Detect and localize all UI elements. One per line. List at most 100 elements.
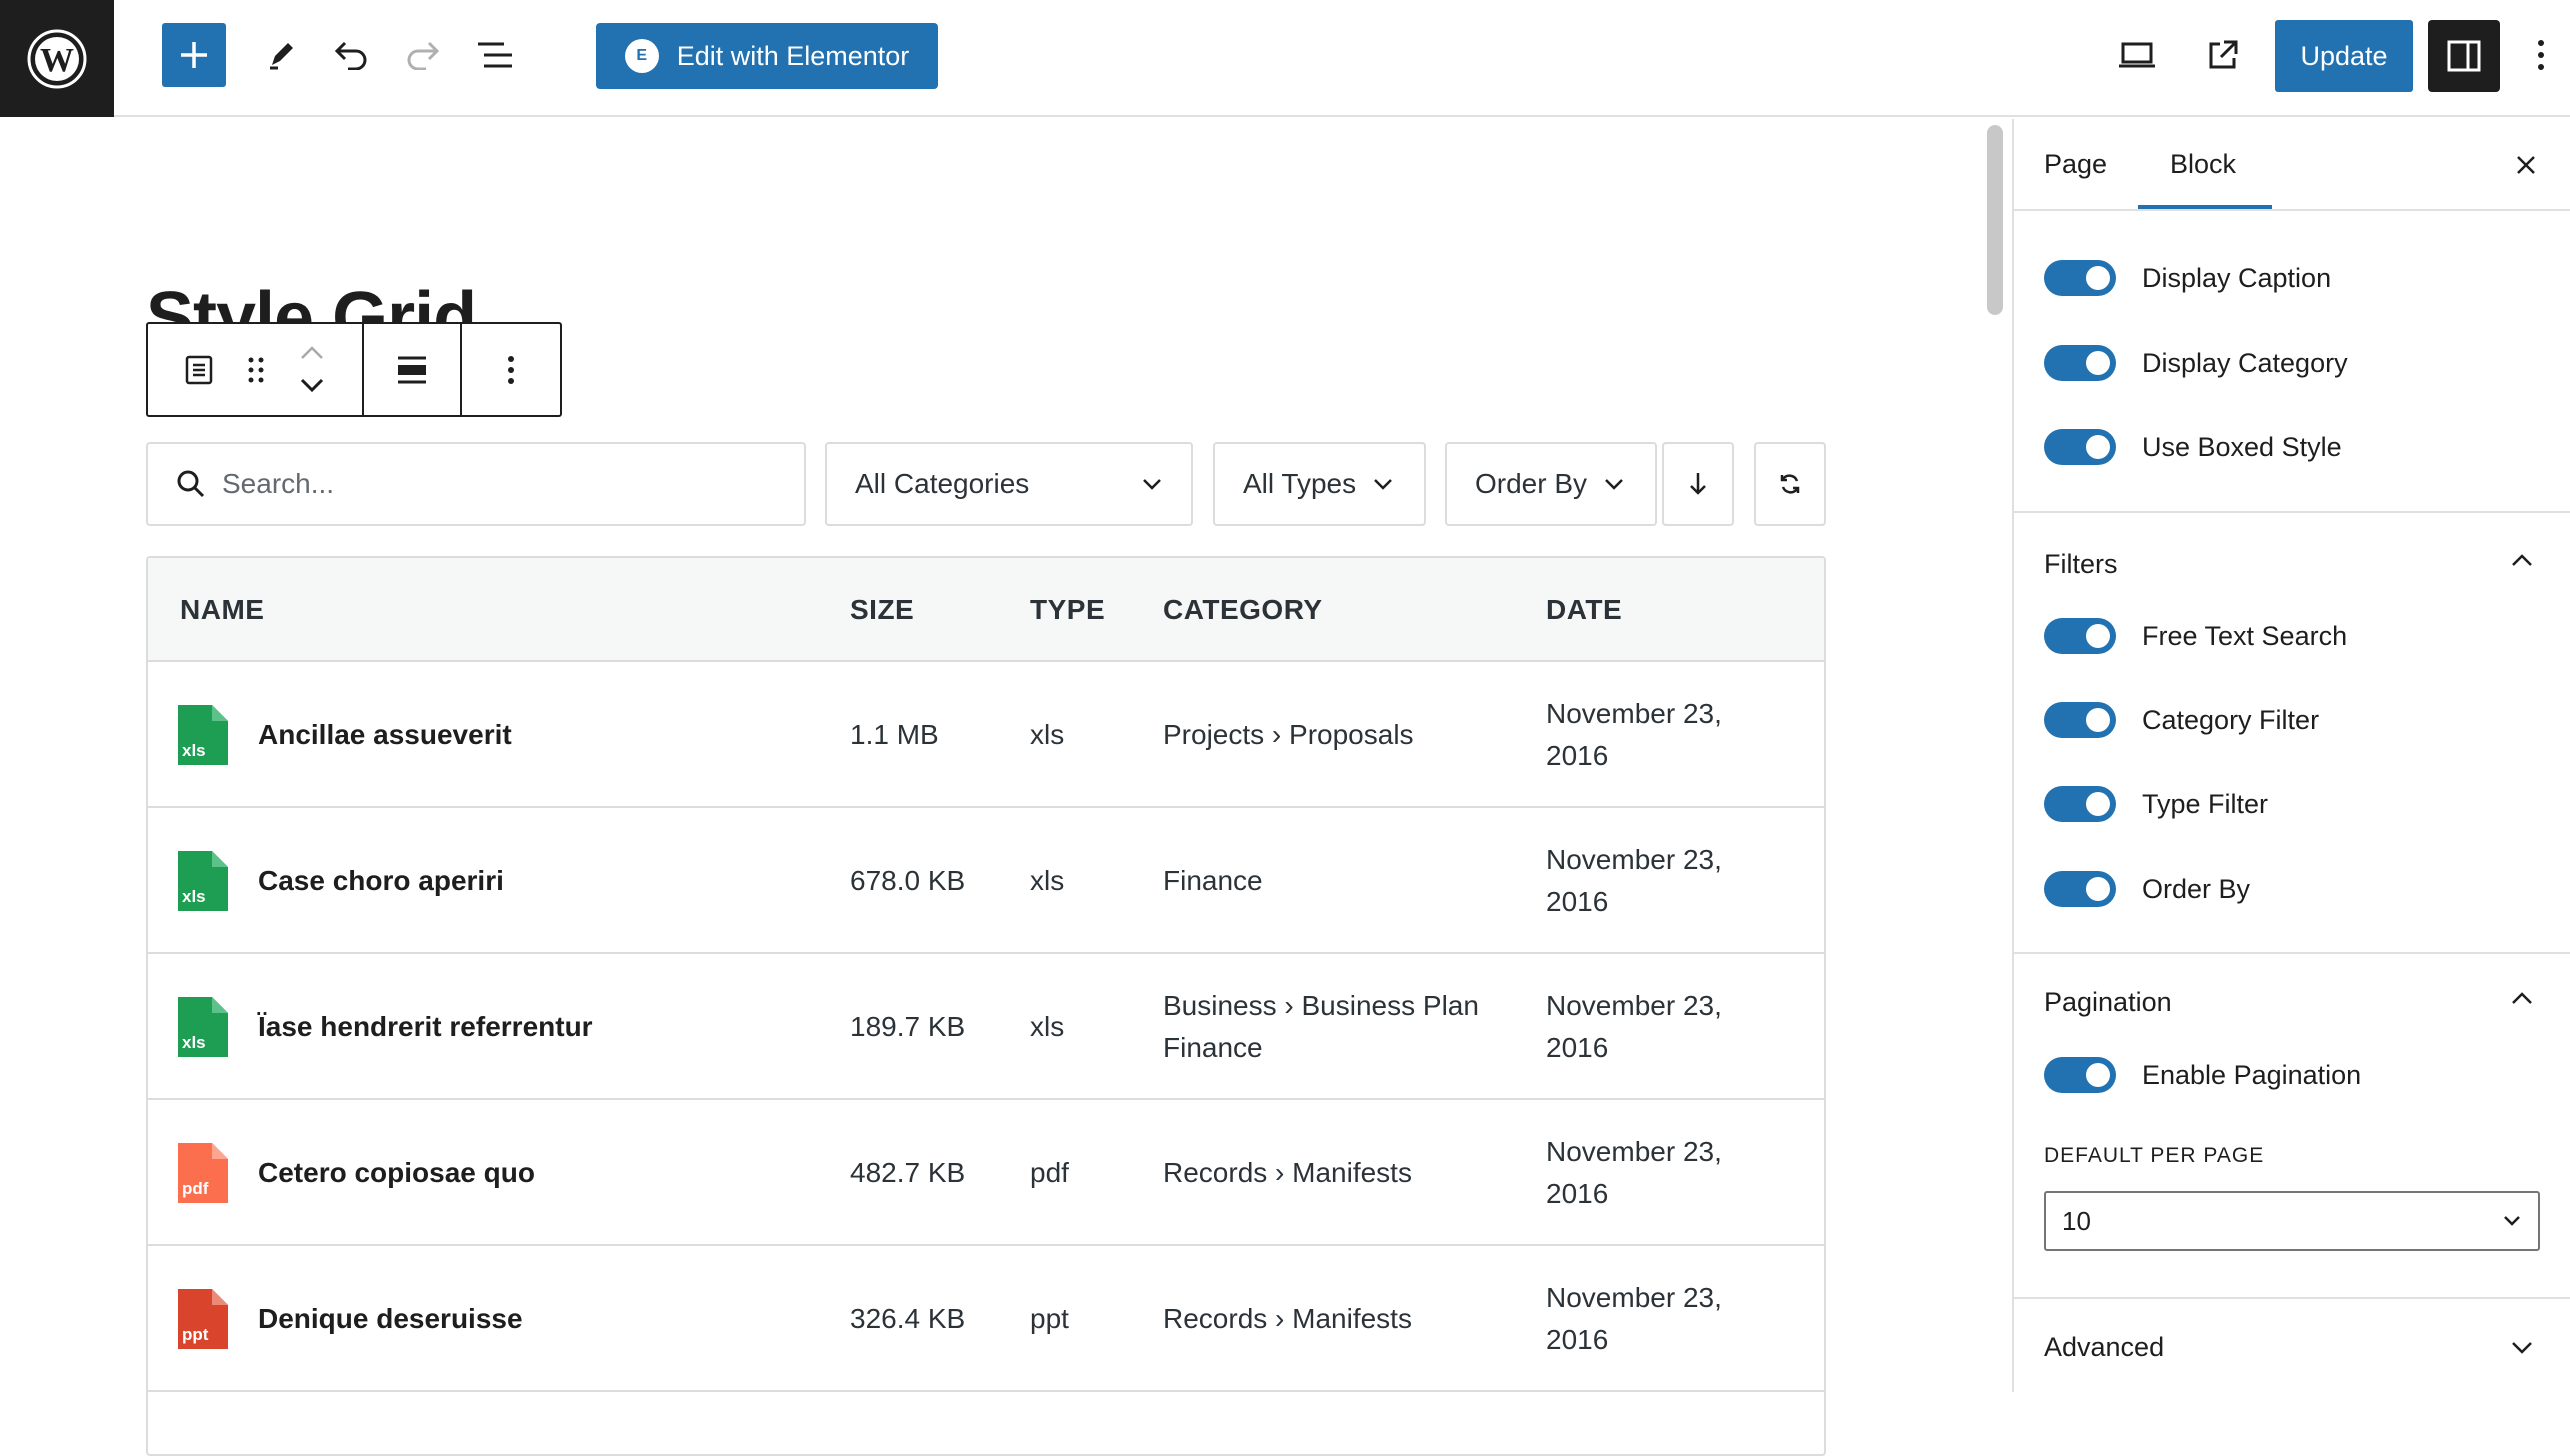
chevron-down-icon [1374,479,1392,490]
column-header-size[interactable]: SIZE [850,594,914,626]
tab-block[interactable]: Block [2170,149,2236,180]
file-category[interactable]: Records › Manifests [1163,1152,1412,1194]
toggle-free-text-search[interactable]: Free Text Search [2044,618,2347,654]
table-row[interactable]: xls Ancillae assueverit 1.1 MB xls Proje… [148,662,1824,808]
table-row[interactable]: xls Ïase hendrerit referrentur 189.7 KB … [148,954,1824,1100]
file-category-secondary[interactable]: Finance [1163,1027,1263,1069]
per-page-select[interactable]: 10 [2044,1191,2540,1251]
close-icon[interactable] [2514,153,2538,177]
laptop-icon [2119,42,2155,68]
file-category[interactable]: Business › Business Plan [1163,985,1479,1027]
toggle-label: Order By [2142,873,2251,904]
toggle-switch[interactable] [2044,1057,2116,1093]
move-up-down-icon[interactable] [298,340,326,400]
table-row[interactable]: xls Case choro aperiri 678.0 KB xls Fina… [148,808,1824,954]
refresh-button[interactable] [1754,442,1826,526]
chevron-up-icon[interactable] [2510,987,2534,1011]
drag-handle-icon[interactable] [247,356,265,384]
toggle-switch[interactable] [2044,618,2116,654]
divider [2014,952,2570,954]
table-row[interactable]: pdf Cetero copiosae quo 482.7 KB pdf Rec… [148,1100,1824,1246]
column-header-category[interactable]: CATEGORY [1163,594,1323,626]
list-view-icon [478,42,512,68]
canvas-scroll-thumb[interactable] [1987,125,2003,315]
file-category[interactable]: Records › Manifests [1163,1298,1412,1340]
chevron-up-icon[interactable] [2510,549,2534,573]
wordpress-logo-icon[interactable]: W [0,0,114,117]
block-options-button[interactable] [462,324,560,415]
chevron-down-icon [2504,1216,2520,1226]
chevron-down-icon[interactable] [2510,1335,2534,1359]
preview-device-button[interactable] [2112,30,2162,80]
toggle-switch[interactable] [2044,871,2116,907]
type-filter-select[interactable]: All Types [1213,442,1426,526]
table-row[interactable]: ppt Denique deseruisse 326.4 KB ppt Reco… [148,1246,1824,1392]
file-date: November 23, [1546,698,1722,729]
file-date-year: 2016 [1546,1178,1609,1209]
tab-page[interactable]: Page [2044,149,2107,180]
column-header-name[interactable]: NAME [180,594,264,626]
settings-sidebar: Page Block Display Caption Display Categ… [2012,119,2570,1392]
toggle-switch[interactable] [2044,429,2116,465]
file-name[interactable]: Denique deseruisse [258,1298,523,1340]
toggle-enable-pagination[interactable]: Enable Pagination [2044,1057,2361,1093]
toggle-type-filter[interactable]: Type Filter [2044,786,2268,822]
column-header-type[interactable]: TYPE [1030,594,1105,626]
settings-sidebar-button[interactable] [2428,20,2500,92]
svg-text:ppt: ppt [182,1325,209,1344]
toggle-use-boxed-style[interactable]: Use Boxed Style [2044,429,2342,465]
powerpoint-file-icon: ppt [178,1289,228,1349]
toggle-switch[interactable] [2044,786,2116,822]
more-vertical-icon [2538,40,2544,70]
update-button[interactable]: Update [2275,20,2413,92]
toggle-switch[interactable] [2044,702,2116,738]
block-type-group [148,324,364,415]
block-type-icon[interactable] [184,354,214,386]
pagination-panel-title[interactable]: Pagination [2044,987,2172,1018]
file-name[interactable]: Cetero copiosae quo [258,1152,535,1194]
order-by-select[interactable]: Order By [1445,442,1657,526]
filters-panel-title[interactable]: Filters [2044,549,2118,580]
tools-pencil-button[interactable] [256,30,306,80]
svg-text:xls: xls [182,887,206,906]
edit-with-elementor-button[interactable]: E Edit with Elementor [596,23,938,89]
column-header-date[interactable]: DATE [1546,594,1622,626]
file-date: November 23, [1546,990,1722,1021]
svg-text:W: W [40,42,74,79]
toggle-category-filter[interactable]: Category Filter [2044,702,2319,738]
category-filter-select[interactable]: All Categories [825,442,1193,526]
elementor-icon: E [624,39,659,73]
file-name[interactable]: Ïase hendrerit referrentur [258,1006,593,1048]
toggle-switch[interactable] [2044,260,2116,296]
options-menu-button[interactable] [2526,30,2556,80]
sort-direction-button[interactable] [1662,442,1734,526]
file-type: ppt [1030,1303,1069,1334]
file-category[interactable]: Projects › Proposals [1163,714,1414,756]
search-input[interactable] [222,468,742,500]
advanced-panel-title[interactable]: Advanced [2044,1332,2164,1363]
file-date-year: 2016 [1546,1032,1609,1063]
toggle-display-category[interactable]: Display Category [2044,345,2348,381]
undo-button[interactable] [326,30,376,80]
divider [2014,1297,2570,1299]
file-date: November 23, [1546,844,1722,875]
more-vertical-icon [508,355,514,384]
toggle-switch[interactable] [2044,345,2116,381]
redo-button[interactable] [398,30,448,80]
view-post-button[interactable] [2198,30,2248,80]
search-field[interactable] [146,442,806,526]
toggle-order-by[interactable]: Order By [2044,871,2250,907]
excel-file-icon: xls [178,997,228,1057]
sidebar-tabs: Page Block [2014,119,2570,211]
block-toolbar [146,322,562,417]
chevron-down-icon [1605,479,1623,490]
toggle-label: Category Filter [2142,704,2320,735]
toggle-display-caption[interactable]: Display Caption [2044,260,2331,296]
add-block-button[interactable] [162,23,226,87]
file-name[interactable]: Case choro aperiri [258,860,504,902]
file-type: xls [1030,719,1065,750]
file-name[interactable]: Ancillae assueverit [258,714,512,756]
file-category[interactable]: Finance [1163,860,1263,902]
align-button[interactable] [364,324,462,415]
document-overview-button[interactable] [470,30,520,80]
